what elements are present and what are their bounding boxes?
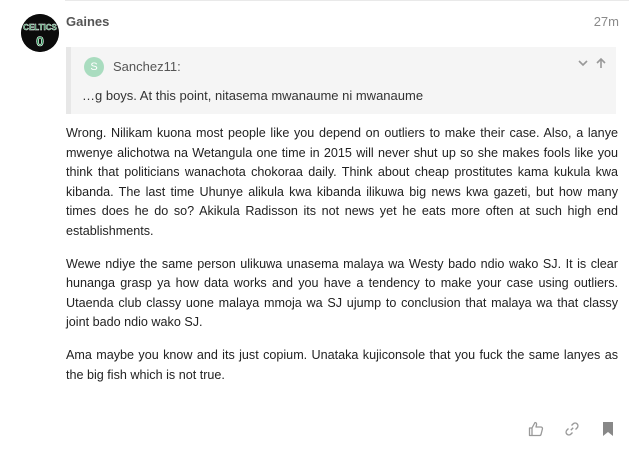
- go-to-quoted-post-button[interactable]: [595, 57, 607, 69]
- thumbs-up-icon: [528, 421, 544, 437]
- post-divider: [65, 0, 629, 1]
- post-paragraph: Wrong. Nilikam kuona most people like yo…: [66, 126, 618, 238]
- bookmark-icon: [603, 422, 613, 436]
- celtics-logo-icon: CELTICS 0: [21, 14, 59, 52]
- svg-text:CELTICS: CELTICS: [23, 23, 57, 32]
- post-body: Wrong. Nilikam kuona most people like yo…: [66, 124, 618, 398]
- post-date[interactable]: 27m: [594, 14, 619, 29]
- share-link-button[interactable]: [561, 418, 583, 440]
- forum-post: CELTICS 0 Gaines 27m S Sanchez11: …g boy…: [0, 0, 637, 460]
- post-paragraph: Wewe ndiye the same person ulikuwa unase…: [66, 256, 618, 330]
- post-actions: [525, 418, 619, 440]
- expand-quote-button[interactable]: [577, 57, 589, 69]
- quote-username[interactable]: Sanchez11:: [113, 59, 181, 74]
- quote-block: S Sanchez11: …g boys. At this point, nit…: [66, 47, 616, 114]
- link-icon: [565, 422, 579, 436]
- post-paragraph: Ama maybe you know and its just copium. …: [66, 347, 618, 382]
- bookmark-button[interactable]: [597, 418, 619, 440]
- quote-text: …g boys. At this point, nitasema mwanaum…: [82, 88, 424, 103]
- quote-avatar[interactable]: S: [84, 57, 104, 77]
- svg-text:0: 0: [36, 33, 44, 49]
- arrow-up-icon: [596, 57, 606, 68]
- quote-controls: [577, 57, 607, 69]
- post-username[interactable]: Gaines: [66, 14, 109, 29]
- user-avatar[interactable]: CELTICS 0: [21, 14, 59, 52]
- chevron-down-icon: [578, 60, 588, 67]
- like-button[interactable]: [525, 418, 547, 440]
